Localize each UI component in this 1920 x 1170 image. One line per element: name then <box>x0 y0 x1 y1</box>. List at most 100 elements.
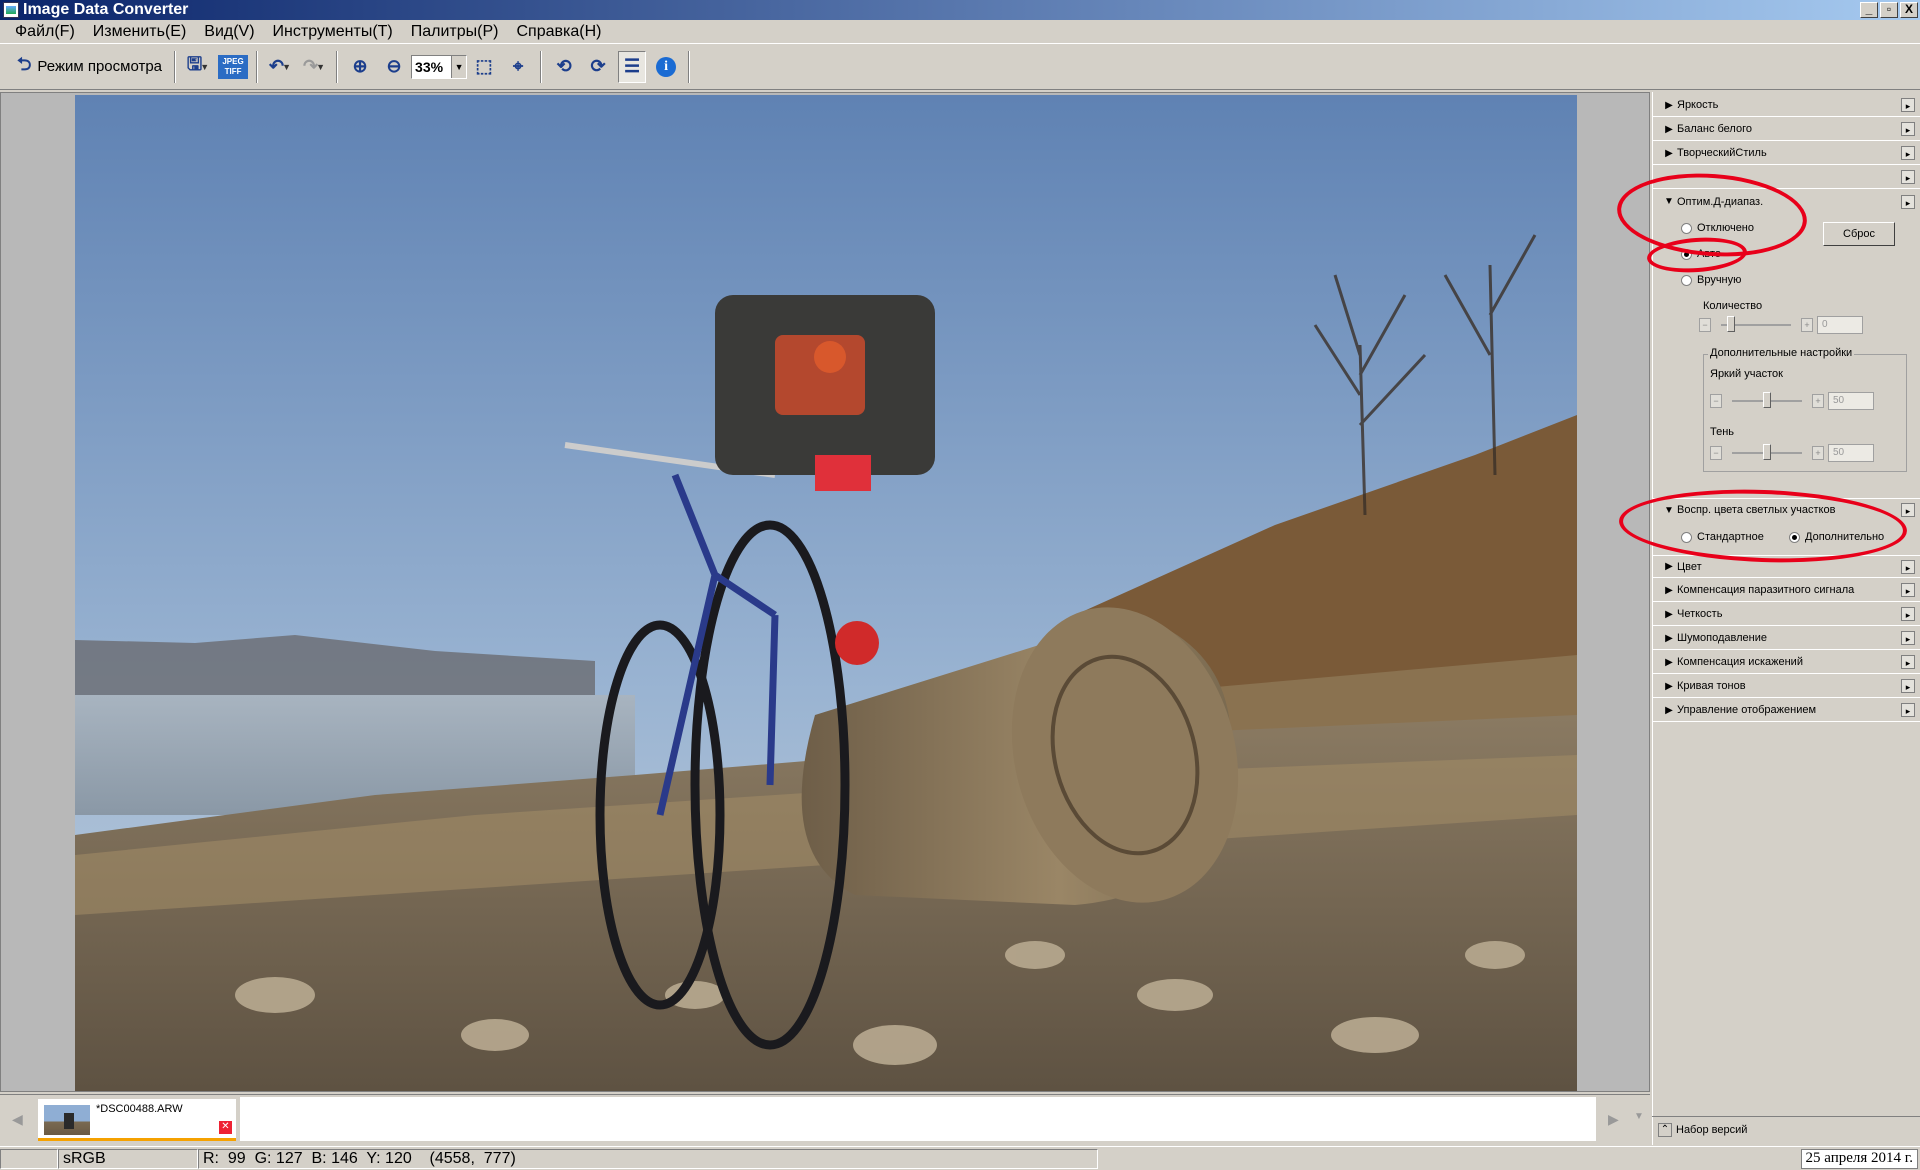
amount-value[interactable]: 0 <box>1817 316 1863 334</box>
menu-help[interactable]: Справка(H) <box>507 23 610 41</box>
toolbar-separator <box>336 50 339 83</box>
minus-button[interactable]: − <box>1710 446 1722 460</box>
pin-icon[interactable]: ▸ <box>1901 655 1915 669</box>
adjustments-toggle-button[interactable]: ☰ <box>618 50 647 83</box>
rotate-right-icon: ⟳ <box>590 56 606 76</box>
fit-to-window-button[interactable]: ⬚ <box>470 51 498 83</box>
actual-size-button[interactable]: ⌖ <box>504 51 532 83</box>
redo-button[interactable]: ↷ ▼ <box>300 51 328 83</box>
plus-button[interactable]: + <box>1801 318 1813 332</box>
section-unnamed[interactable]: ▸ <box>1653 166 1920 189</box>
pin-icon[interactable]: ▸ <box>1901 607 1915 621</box>
slider-thumb[interactable] <box>1727 316 1735 332</box>
slider-thumb[interactable] <box>1763 392 1771 408</box>
plus-button[interactable]: + <box>1812 446 1824 460</box>
menu-edit[interactable]: Изменить(E) <box>84 23 196 41</box>
pin-icon[interactable]: ▸ <box>1901 98 1915 112</box>
minimize-button[interactable]: _ <box>1860 2 1878 18</box>
dro-option-manual[interactable]: Вручную <box>1681 274 1741 286</box>
save-button[interactable]: 🖫 ▼ <box>184 51 212 83</box>
slider-track[interactable] <box>1732 392 1802 408</box>
info-button[interactable]: i <box>652 51 680 83</box>
chevron-down-icon[interactable]: ▼ <box>451 55 467 78</box>
highlight-value[interactable]: 50 <box>1828 392 1874 410</box>
section-creative-style[interactable]: ▶ ТворческийСтиль ▸ <box>1653 142 1920 165</box>
shadow-value[interactable]: 50 <box>1828 444 1874 462</box>
section-tone-curve[interactable]: ▶ Кривая тонов ▸ <box>1653 675 1920 698</box>
radio-button[interactable] <box>1681 274 1692 286</box>
pin-icon[interactable]: ▸ <box>1901 631 1915 645</box>
rotate-right-button[interactable]: ⟳ <box>584 51 612 83</box>
close-icon[interactable]: ✕ <box>219 1121 232 1134</box>
section-sharpness[interactable]: ▶ Четкость ▸ <box>1653 603 1920 626</box>
dro-option-off[interactable]: Отключено <box>1681 222 1754 234</box>
shadow-slider[interactable]: − + 50 <box>1710 444 1874 462</box>
radio-button[interactable] <box>1681 222 1692 234</box>
chevron-down-icon[interactable]: ▼ <box>282 62 291 72</box>
section-noise-compensation[interactable]: ▶ Компенсация паразитного сигнала ▸ <box>1653 579 1920 602</box>
pin-icon[interactable]: ▸ <box>1901 170 1915 184</box>
triangle-right-icon: ▶ <box>1665 632 1673 644</box>
triangle-right-icon: ▶ <box>1665 656 1673 668</box>
slider-thumb[interactable] <box>1763 444 1771 460</box>
menu-tools[interactable]: Инструменты(T) <box>264 23 402 41</box>
plus-button[interactable]: + <box>1812 394 1824 408</box>
dro-option-auto[interactable]: Авто <box>1681 248 1721 260</box>
image-viewer[interactable] <box>0 92 1650 1092</box>
zoom-in-button[interactable]: ⊕ <box>346 51 374 83</box>
radio-button[interactable] <box>1681 248 1692 260</box>
toolbar-separator <box>256 50 259 83</box>
zoom-out-button[interactable]: ⊖ <box>380 51 408 83</box>
highlight-option-extended[interactable]: Дополнительно <box>1789 531 1884 543</box>
chevron-down-icon[interactable]: ▼ <box>200 62 209 72</box>
crosshair-icon: ⌖ <box>512 56 524 76</box>
photo-preview[interactable] <box>75 95 1577 1091</box>
section-highlight-color[interactable]: ▼ Воспр. цвета светлых участков ▸ <box>1653 498 1920 521</box>
pin-icon[interactable]: ▸ <box>1901 503 1915 517</box>
menu-palettes[interactable]: Палитры(P) <box>402 23 508 41</box>
minus-button[interactable]: − <box>1699 318 1711 332</box>
pin-icon[interactable]: ▸ <box>1901 559 1915 574</box>
section-color[interactable]: ▶ Цвет ▸ <box>1653 555 1920 578</box>
reset-button[interactable]: Сброс <box>1823 222 1895 246</box>
section-noise-reduction[interactable]: ▶ Шумоподавление ▸ <box>1653 627 1920 650</box>
pin-icon[interactable]: ▸ <box>1901 583 1915 597</box>
chevron-down-icon[interactable]: ▼ <box>1634 1111 1644 1122</box>
pixel-info: R: 99 G: 127 B: 146 Y: 120 (4558, 777) <box>198 1148 1098 1169</box>
triangle-down-icon: ▼ <box>1664 196 1674 207</box>
slider-track[interactable] <box>1732 444 1802 460</box>
section-display-management[interactable]: ▶ Управление отображением ▸ <box>1653 699 1920 722</box>
view-mode-button[interactable]: ⮌ Режим просмотра <box>13 51 166 83</box>
version-set-bar[interactable]: ⌃ Набор версий <box>1652 1116 1920 1142</box>
menu-file[interactable]: Файл(F) <box>6 23 84 41</box>
undo-button[interactable]: ↶ ▼ <box>266 51 294 83</box>
rotate-left-button[interactable]: ⟲ <box>550 51 578 83</box>
section-white-balance[interactable]: ▶ Баланс белого ▸ <box>1653 118 1920 141</box>
pin-icon[interactable]: ▸ <box>1901 194 1915 209</box>
adjustment-panel: ▶ Яркость ▸ ▶ Баланс белого ▸ ▶ ТворческийСти… <box>1614 92 1920 1145</box>
scroll-left-icon[interactable]: ◀ <box>12 1111 23 1128</box>
pin-icon[interactable]: ▸ <box>1901 679 1915 693</box>
section-dro[interactable]: ▼ Оптим.Д-диапаз. ▸ <box>1653 190 1920 213</box>
amount-slider[interactable]: − + 0 <box>1699 316 1863 334</box>
pin-icon[interactable]: ▸ <box>1901 122 1915 136</box>
close-button[interactable]: X <box>1900 2 1918 18</box>
radio-button[interactable] <box>1681 531 1692 543</box>
filmstrip-item[interactable]: *DSC00488.ARW ✕ <box>38 1099 236 1141</box>
slider-track[interactable] <box>1721 316 1791 332</box>
minus-button[interactable]: − <box>1710 394 1722 408</box>
chevron-down-icon[interactable]: ▼ <box>316 62 325 72</box>
scroll-right-icon[interactable]: ▶ <box>1608 1111 1619 1128</box>
highlight-option-standard[interactable]: Стандартное <box>1681 531 1764 543</box>
pin-icon[interactable]: ▸ <box>1901 703 1915 717</box>
section-brightness[interactable]: ▶ Яркость ▸ <box>1653 94 1920 117</box>
menu-view[interactable]: Вид(V) <box>195 23 263 41</box>
collapse-up-icon[interactable]: ⌃ <box>1658 1122 1672 1137</box>
section-distortion[interactable]: ▶ Компенсация искажений ▸ <box>1653 651 1920 674</box>
save-jpeg-tiff-button[interactable]: JPEG TIFF <box>218 51 249 83</box>
highlight-slider[interactable]: − + 50 <box>1710 392 1874 410</box>
maximize-button[interactable]: ▫ <box>1880 2 1898 18</box>
zoom-select[interactable]: 33% ▼ <box>411 54 468 79</box>
pin-icon[interactable]: ▸ <box>1901 146 1915 160</box>
radio-button[interactable] <box>1789 531 1800 543</box>
